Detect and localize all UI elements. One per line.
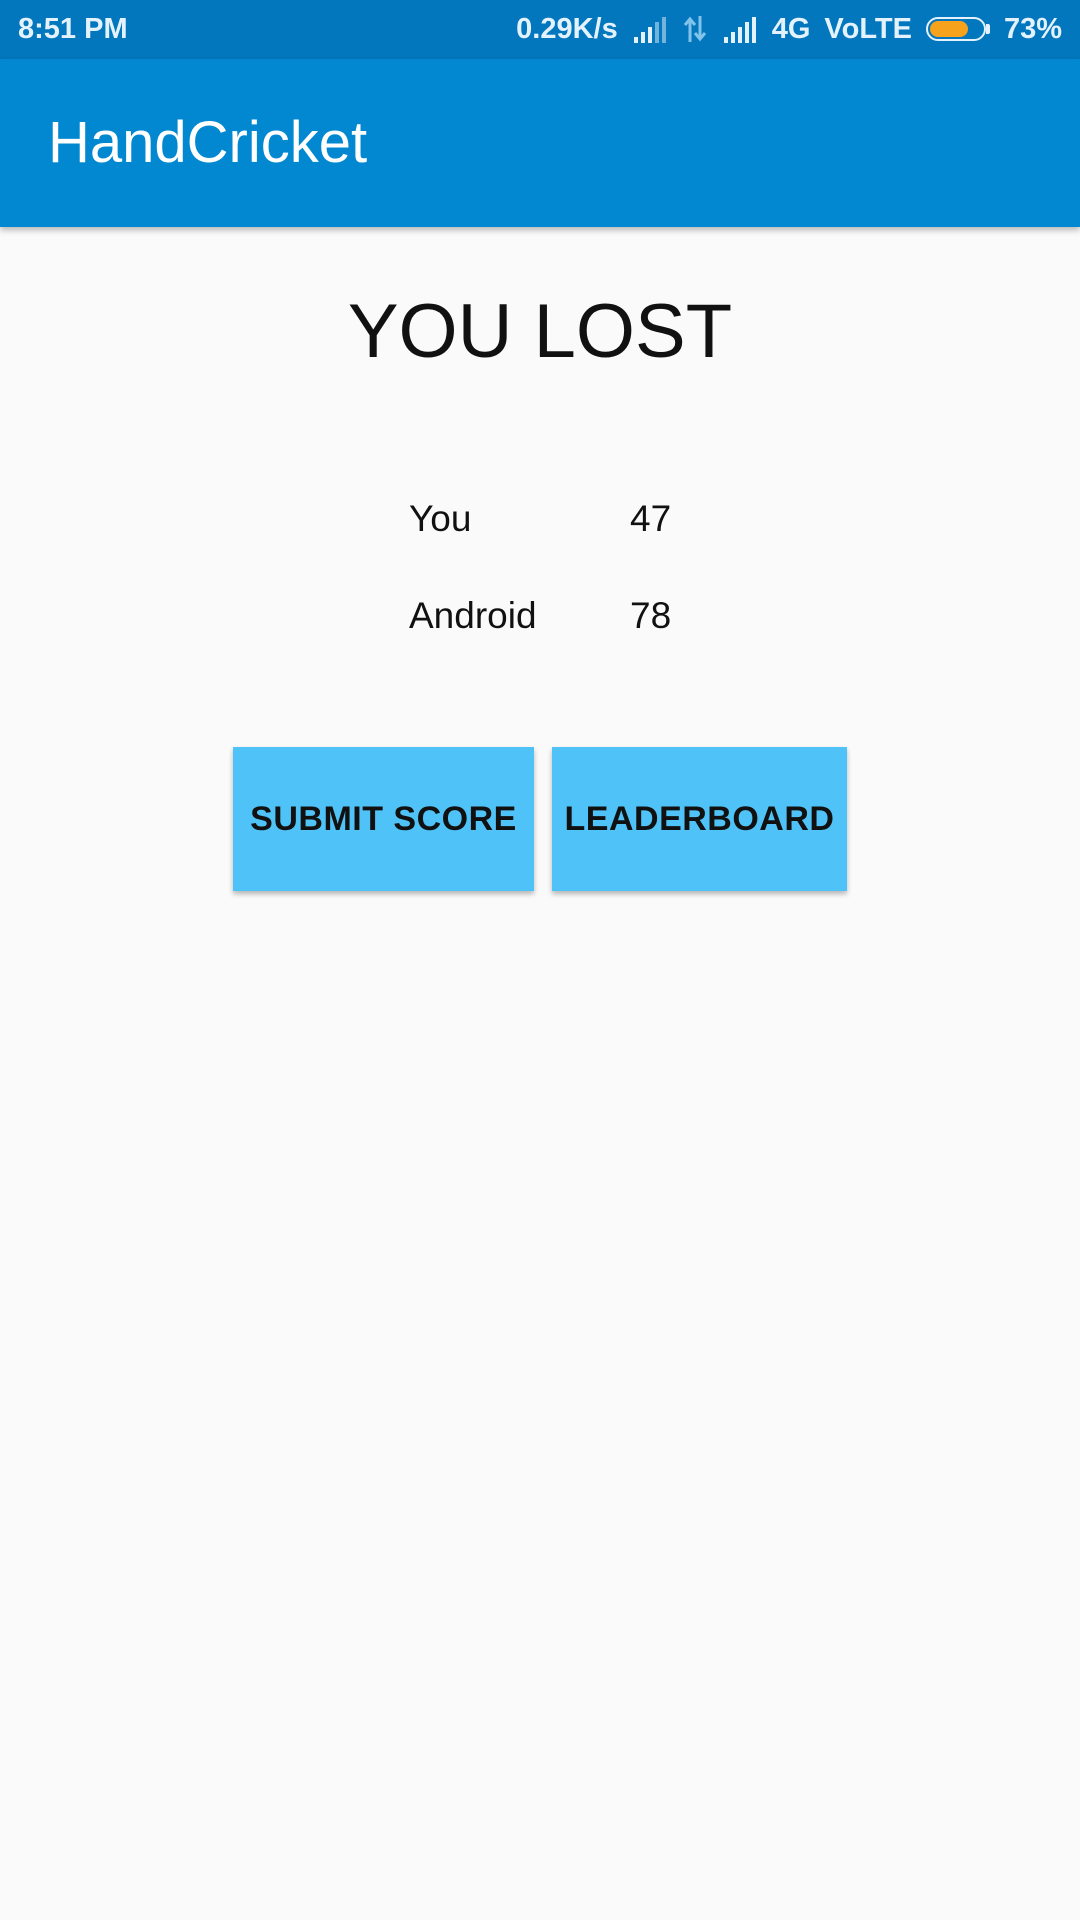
network-type: 4G	[771, 13, 811, 45]
status-icons: 0.29K/s 4G VoLTE 73%	[516, 12, 1062, 46]
action-buttons: SUBMIT SCORE LEADERBOARD	[233, 747, 847, 891]
score-row-android: Android 78	[409, 592, 709, 689]
player-label: You	[409, 498, 472, 539]
status-bar: 8:51 PM 0.29K/s 4G VoLTE 73%	[0, 0, 1080, 59]
data-arrows-icon	[683, 16, 706, 42]
app-bar: HandCricket	[0, 59, 1080, 227]
result-heading: YOU LOST	[347, 289, 733, 374]
android-score: 78	[630, 595, 672, 636]
app-title: HandCricket	[48, 110, 368, 175]
battery-percent: 73%	[1003, 13, 1062, 45]
battery-icon	[925, 17, 990, 41]
android-label: Android	[409, 595, 537, 636]
leaderboard-button[interactable]: LEADERBOARD	[552, 747, 847, 891]
signal-icon	[633, 17, 666, 43]
player-score: 47	[630, 498, 672, 539]
status-time: 8:51 PM	[18, 13, 128, 45]
signal-icon	[723, 17, 756, 43]
result-screen: YOU LOST You 47 Android 78 SUBMIT SCORE …	[0, 227, 1080, 1920]
volte-indicator: VoLTE	[824, 13, 912, 45]
score-row-player: You 47	[409, 495, 709, 592]
submit-score-button[interactable]: SUBMIT SCORE	[233, 747, 534, 891]
score-table: You 47 Android 78	[409, 495, 709, 689]
battery-level-fill	[929, 21, 968, 37]
network-speed: 0.29K/s	[516, 13, 618, 45]
